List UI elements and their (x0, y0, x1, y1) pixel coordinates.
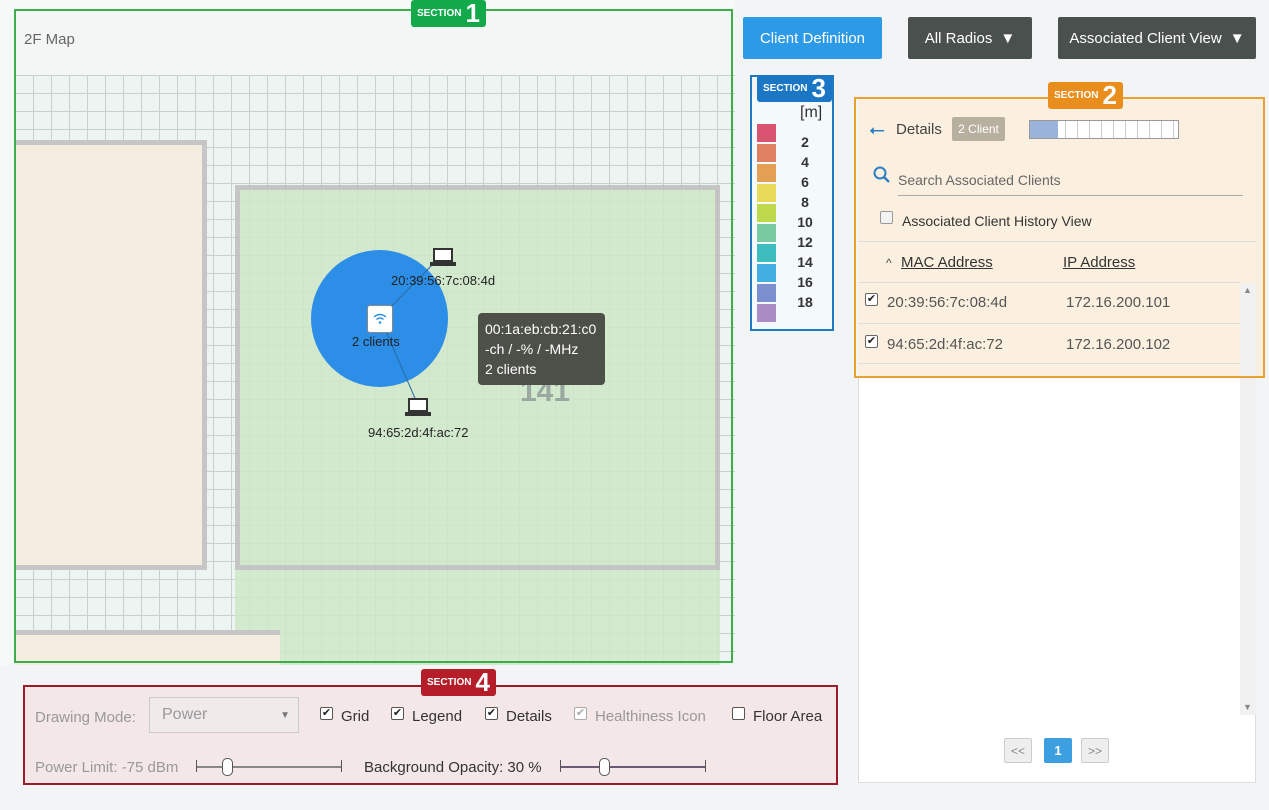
section-tag-number: 3 (811, 73, 826, 103)
floor-area-label: Floor Area (753, 708, 823, 725)
all-radios-dropdown[interactable]: All Radios ▼ (908, 17, 1032, 59)
background-opacity-label: Background Opacity: 30 % (364, 759, 542, 776)
scroll-down-icon[interactable]: ▼ (1243, 702, 1252, 712)
healthiness-checkbox: ✔ (574, 707, 587, 720)
drawing-mode-value: Power (162, 706, 208, 723)
section-2-outline (854, 97, 1265, 378)
opacity-slider-track[interactable] (560, 766, 706, 768)
caret-down-icon: ▼ (1000, 29, 1016, 47)
client-view-label: Associated Client View (1069, 29, 1222, 47)
section-1-outline (14, 9, 733, 663)
chevron-down-icon: ▼ (280, 709, 290, 721)
drawing-mode-select[interactable]: Power ▼ (149, 697, 299, 733)
caret-down-icon: ▼ (1229, 29, 1245, 47)
slider-max-tick (705, 760, 706, 772)
legend-label: Legend (412, 708, 463, 725)
floor-area-checkbox[interactable] (732, 707, 745, 720)
details-checkbox[interactable]: ✔ (485, 707, 498, 720)
section-tag-text: SECTION (427, 677, 472, 688)
pagination-page-1[interactable]: 1 (1044, 738, 1072, 763)
pagination-next-button[interactable]: >> (1081, 738, 1109, 763)
section-tag-number: 1 (465, 0, 480, 28)
opacity-slider-handle[interactable] (599, 758, 610, 776)
section-tag-text: SECTION (417, 8, 462, 19)
app-root: 141 2 clients 20:39:56:7c:08:4d 94:65:2d… (0, 0, 1269, 810)
section-3-outline (750, 75, 834, 331)
power-limit-slider-handle[interactable] (222, 758, 233, 776)
all-radios-label: All Radios (924, 29, 993, 47)
section-1-tag: SECTION 1 (411, 0, 486, 28)
drawing-mode-label: Drawing Mode: (35, 709, 136, 726)
grid-label: Grid (341, 708, 370, 725)
section-tag-text: SECTION (1054, 90, 1099, 101)
slider-min-tick (560, 760, 561, 772)
section-2-tag: SECTION 2 (1048, 80, 1123, 110)
client-definition-button[interactable]: Client Definition (743, 17, 882, 59)
slider-max-tick (341, 760, 342, 772)
section-3-tag: SECTION 3 (757, 73, 832, 103)
legend-checkbox[interactable]: ✔ (391, 707, 404, 720)
section-tag-text: SECTION (763, 83, 808, 94)
grid-checkbox[interactable]: ✔ (320, 707, 333, 720)
section-tag-number: 2 (1102, 80, 1117, 110)
section-tag-number: 4 (475, 667, 490, 697)
healthiness-label: Healthiness Icon (595, 708, 706, 725)
details-label: Details (506, 708, 552, 725)
power-limit-slider-track[interactable] (196, 766, 342, 768)
power-limit-label: Power Limit: -75 dBm (35, 759, 179, 776)
pagination-prev-button[interactable]: << (1004, 738, 1032, 763)
client-view-dropdown[interactable]: Associated Client View ▼ (1058, 17, 1256, 59)
slider-min-tick (196, 760, 197, 772)
section-4-tag: SECTION 4 (421, 667, 496, 697)
